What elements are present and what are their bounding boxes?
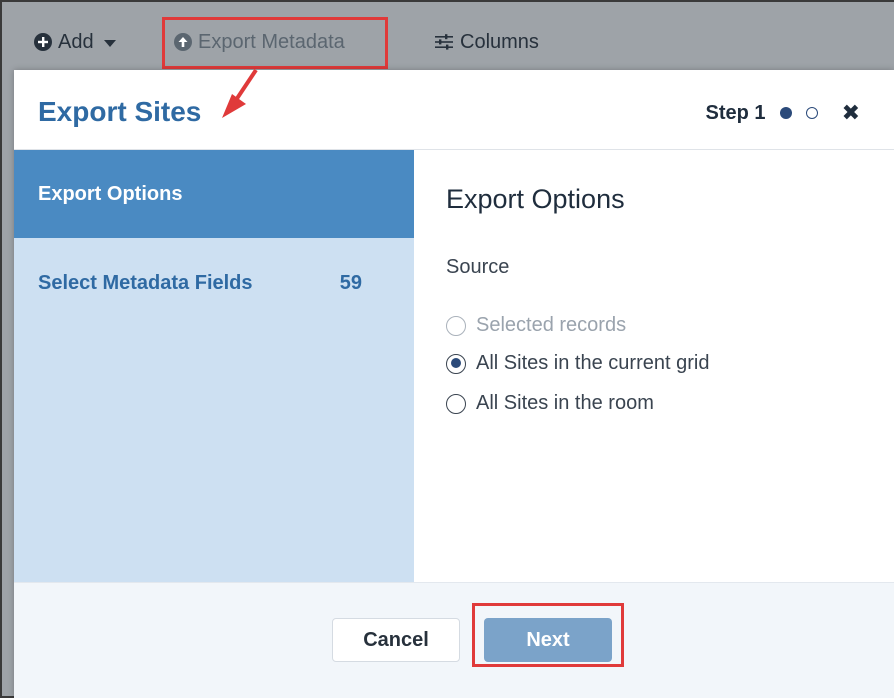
- step-dot-inactive: [805, 107, 818, 119]
- radio-all-sites-current-grid[interactable]: All Sites in the current grid: [446, 352, 709, 375]
- add-button[interactable]: Add: [34, 28, 116, 56]
- dialog-title: Export Sites: [38, 96, 202, 127]
- content-title: Export Options: [446, 184, 625, 214]
- step-dot-active: [779, 107, 792, 119]
- sidebar-item-export-options[interactable]: Export Options: [14, 150, 414, 238]
- add-label: Add: [58, 30, 94, 53]
- toolbar: Add Export Metadata Columns: [2, 2, 894, 68]
- sidebar-item-label: Select Metadata Fields: [38, 271, 253, 294]
- caret-down-icon: [103, 39, 116, 47]
- dialog-content: Export Options Source Selected records A…: [414, 150, 894, 582]
- plus-circle-icon: [34, 33, 52, 51]
- sliders-icon: [435, 34, 453, 50]
- radio-label: Selected records: [476, 314, 627, 336]
- next-highlight-box: [472, 603, 624, 667]
- radio-all-sites-room[interactable]: All Sites in the room: [446, 392, 654, 415]
- source-label: Source: [446, 256, 510, 278]
- sidebar-item-select-metadata-fields[interactable]: Select Metadata Fields 59: [14, 238, 414, 328]
- sidebar-item-label: Export Options: [38, 182, 183, 205]
- step-indicator: Step 1 ✖: [706, 100, 860, 126]
- dialog-footer: Cancel Next: [14, 582, 894, 698]
- columns-button[interactable]: Columns: [434, 28, 539, 56]
- dialog-sidebar: Export Options Select Metadata Fields 59: [14, 150, 414, 582]
- metadata-fields-count: 59: [339, 271, 362, 294]
- radio-button[interactable]: [446, 315, 466, 336]
- radio-label: All Sites in the current grid: [476, 352, 710, 374]
- columns-label: Columns: [460, 30, 539, 53]
- radio-button[interactable]: [446, 353, 466, 374]
- export-sites-dialog: Export Sites Step 1 ✖ Export Options Sel…: [14, 70, 894, 698]
- dialog-header: Export Sites Step 1 ✖: [14, 70, 894, 150]
- radio-label: All Sites in the room: [476, 392, 654, 414]
- radio-button[interactable]: [446, 393, 466, 414]
- cancel-button[interactable]: Cancel: [332, 618, 460, 662]
- radio-selected-records[interactable]: Selected records: [446, 314, 626, 337]
- close-icon[interactable]: ✖: [842, 100, 860, 126]
- step-label: Step 1: [705, 101, 766, 124]
- export-highlight-box: [162, 17, 388, 69]
